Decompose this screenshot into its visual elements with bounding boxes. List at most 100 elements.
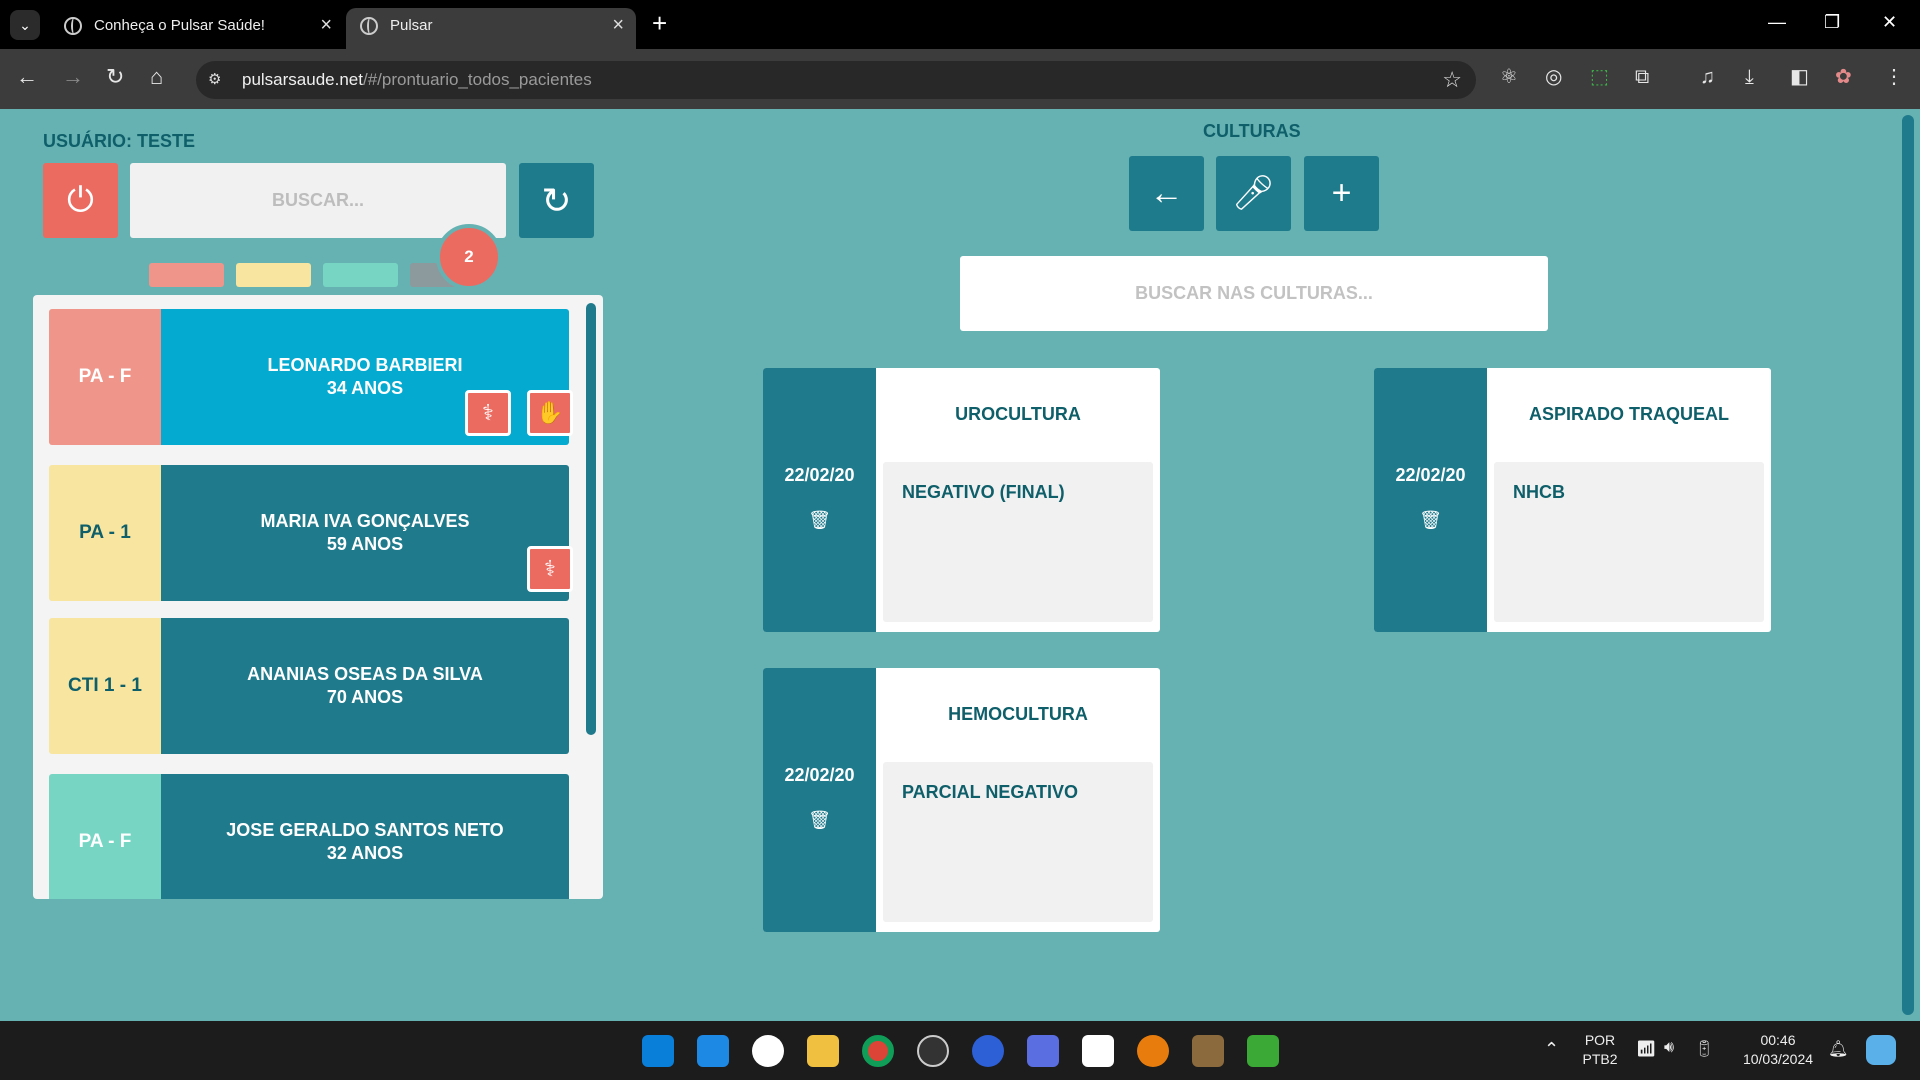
stethoscope-icon[interactable]: ⚕ [465,390,511,436]
side-panel-icon[interactable]: ◧ [1790,65,1809,89]
culture-result: NHCB [1513,482,1565,502]
app-icon[interactable] [972,1035,1004,1067]
home-icon[interactable]: ⌂ [150,65,163,89]
new-tab-button[interactable]: + [652,8,667,39]
patient-name: ANANIAS OSEAS DA SILVA [247,664,483,684]
patient-age: 32 ANOS [326,843,404,863]
page-scrollbar[interactable] [1902,115,1914,1015]
plus-icon: + [1331,174,1352,212]
restore-button[interactable]: ❐ [1824,12,1840,33]
obs-icon[interactable] [917,1035,949,1067]
copilot-icon[interactable] [1866,1035,1896,1065]
culture-card[interactable]: 22/02/20 🗑︎ UROCULTURA NEGATIVO (FINAL) [763,368,1160,632]
site-info-icon[interactable]: ⚙ [208,70,228,90]
medication-hand-icon[interactable]: ✋ [527,390,573,436]
filter-red[interactable] [149,263,224,287]
culture-date-panel: 22/02/20 🗑︎ [763,668,876,932]
bed-label: PA - F [49,309,161,445]
patient-card[interactable]: CTI 1 - 1 ANANIAS OSEAS DA SILVA 70 ANOS [49,618,569,754]
vscode-icon[interactable] [697,1035,729,1067]
stethoscope-icon[interactable]: ⚕ [527,546,573,592]
culture-date: 22/02/20 [784,765,855,785]
patient-card[interactable]: PA - 1 MARIA IVA GONÇALVES 59 ANOS [49,465,569,601]
blender-icon[interactable] [1137,1035,1169,1067]
file-explorer-icon[interactable] [807,1035,839,1067]
patient-card[interactable]: PA - F JOSE GERALDO SANTOS NETO 32 ANOS [49,774,569,899]
volume-icon[interactable]: 🔊︎ [1664,1039,1674,1057]
back-icon[interactable]: ← [16,65,38,89]
filter-yellow[interactable] [236,263,311,287]
url-text[interactable]: pulsarsaude.net/#/prontuario_todos_pacie… [242,70,592,90]
capcut-icon[interactable] [1082,1035,1114,1067]
close-icon[interactable]: × [320,14,332,37]
windows-taskbar: ⌃ POR PTB2 📶︎ 🔊︎ 🔋︎ 00:46 10/03/2024 🔔︎ [0,1021,1920,1080]
address-bar[interactable]: ⚙ pulsarsaude.net/#/prontuario_todos_pac… [196,61,1476,99]
culture-card[interactable]: 22/02/20 🗑︎ HEMOCULTURA PARCIAL NEGATIVO [763,668,1160,932]
close-icon[interactable]: × [612,14,624,37]
culture-date: 22/02/20 [784,465,855,485]
tab-title: Pulsar [390,17,433,34]
media-control-icon[interactable]: ♫ [1700,65,1715,89]
chrome-icon[interactable] [862,1035,894,1067]
voice-button[interactable]: 🎤︎ [1216,156,1291,231]
patient-name: MARIA IVA GONÇALVES [260,511,470,531]
language-indicator[interactable]: POR PTB2 [1578,1031,1622,1069]
globe-icon [64,17,82,35]
culture-search-input[interactable] [960,256,1548,331]
culture-title: ASPIRADO TRAQUEAL [1528,404,1729,424]
browser-tab[interactable]: Conheça o Pulsar Saúde! × [50,8,344,49]
start-icon[interactable] [642,1035,674,1067]
notification-badge[interactable]: 2 [436,224,502,290]
forward-icon[interactable]: → [62,65,84,89]
minecraft-icon[interactable] [1192,1035,1224,1067]
profile-avatar[interactable]: ✿ [1835,65,1852,89]
refresh-button[interactable]: ↻ [519,163,594,238]
wifi-icon[interactable]: 📶︎ [1636,1039,1656,1059]
culture-result-box: PARCIAL NEGATIVO [883,762,1153,922]
creeper-icon[interactable] [1247,1035,1279,1067]
trash-icon[interactable]: 🗑︎ [763,510,876,531]
culture-card[interactable]: 22/02/20 🗑︎ ASPIRADO TRAQUEAL NHCB [1374,368,1771,632]
logout-button[interactable]: ⏻ [43,163,118,238]
download-icon[interactable]: ⤓ [1745,65,1754,89]
bed-label: PA - F [49,774,161,899]
tray-chevron-icon[interactable]: ⌃ [1544,1039,1559,1060]
patient-list: PA - F LEONARDO BARBIERI 34 ANOS ⚕ ✋ PA … [33,295,603,899]
react-devtools-icon[interactable]: ⚛ [1500,65,1518,89]
menu-kebab-icon[interactable]: ⋮ [1884,65,1904,89]
browser-toolbar: ← → ↻ ⌂ ⚙ pulsarsaude.net/#/prontuario_t… [0,49,1920,109]
filter-green[interactable] [323,263,398,287]
patient-age: 59 ANOS [326,534,404,554]
patient-info: JOSE GERALDO SANTOS NETO 32 ANOS [161,774,569,899]
app-icon[interactable] [1027,1035,1059,1067]
browser-tab-active[interactable]: Pulsar × [346,8,636,49]
culture-date-panel: 22/02/20 🗑︎ [1374,368,1487,632]
bookmark-star-icon[interactable]: ☆ [1442,67,1462,93]
culture-date: 22/02/20 [1395,465,1466,485]
culture-result: NEGATIVO (FINAL) [902,482,1065,502]
notification-bell-icon[interactable]: 🔔︎ [1828,1039,1848,1059]
close-window-button[interactable]: ✕ [1882,12,1897,33]
scrollbar-thumb[interactable] [586,303,596,735]
screenshot-extension-icon[interactable]: ⬚ [1590,65,1609,89]
extensions-puzzle-icon[interactable]: ⧉ [1635,65,1649,89]
reload-icon[interactable]: ↻ [106,65,124,89]
patient-info: MARIA IVA GONÇALVES 59 ANOS [161,465,569,601]
extension-target-icon[interactable]: ◎ [1545,65,1562,89]
page-title: CULTURAS [1203,121,1301,141]
app-icon[interactable] [752,1035,784,1067]
clock[interactable]: 00:46 10/03/2024 [1735,1031,1821,1069]
trash-icon[interactable]: 🗑︎ [1374,510,1487,531]
tab-search-button[interactable]: ⌄ [10,10,40,40]
trash-icon[interactable]: 🗑︎ [763,810,876,831]
refresh-icon: ↻ [541,180,572,221]
add-button[interactable]: + [1304,156,1379,231]
patient-info: ANANIAS OSEAS DA SILVA 70 ANOS [161,618,569,754]
patient-search-input[interactable] [130,163,506,238]
user-label: USUÁRIO: TESTE [43,131,196,151]
patient-name: LEONARDO BARBIERI [267,355,463,375]
battery-icon[interactable]: 🔋︎ [1694,1039,1714,1059]
back-button[interactable]: ← [1129,156,1204,231]
minimize-button[interactable]: — [1768,12,1786,33]
culture-title: UROCULTURA [955,404,1081,424]
